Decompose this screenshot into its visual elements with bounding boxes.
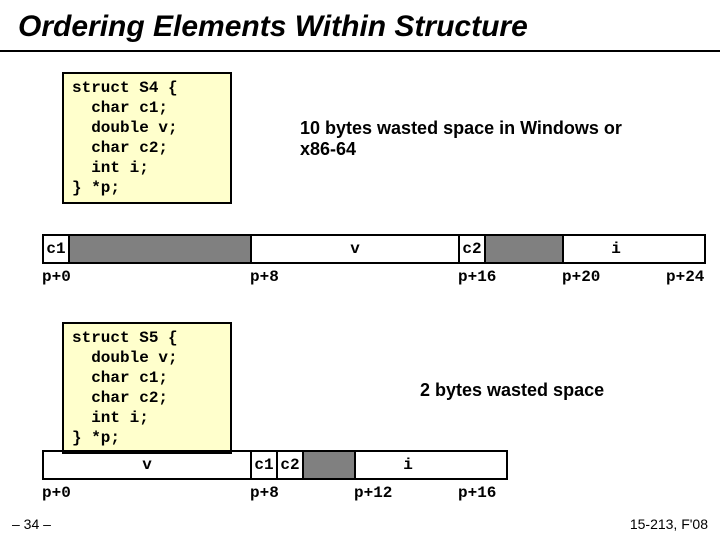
memory-layout-s5: v c1 c2 i p+0 p+8 p+12 p+16: [42, 450, 508, 502]
cell-c1: c1: [44, 236, 70, 262]
course-footer: 15-213, F'08: [630, 516, 708, 532]
memory-layout-s4: c1 v c2 i p+0 p+8 p+16 p+20 p+24: [42, 234, 706, 286]
offset2-8: p+8: [250, 484, 354, 502]
offset-0: p+0: [42, 268, 250, 286]
slide-title: Ordering Elements Within Structure: [0, 0, 720, 52]
cell2-c2: c2: [278, 452, 304, 478]
wasted-note-2: 2 bytes wasted space: [420, 380, 604, 401]
wasted-note-1: 10 bytes wasted space in Windows or x86-…: [300, 118, 660, 160]
code-block-s5: struct S5 { double v; char c1; char c2; …: [62, 322, 232, 454]
cell-i: i: [564, 236, 668, 262]
cell2-v: v: [44, 452, 252, 478]
cell2-pad: [304, 452, 356, 478]
code-block-s4: struct S4 { char c1; double v; char c2; …: [62, 72, 232, 204]
offset-8: p+8: [250, 268, 458, 286]
offset-24: p+24: [666, 268, 706, 286]
cell-c2: c2: [460, 236, 486, 262]
offset2-0: p+0: [42, 484, 250, 502]
cell-pad1: [70, 236, 252, 262]
offset-16: p+16: [458, 268, 562, 286]
cell2-c1: c1: [252, 452, 278, 478]
cell-pad2: [486, 236, 564, 262]
offset-20: p+20: [562, 268, 666, 286]
page-number: – 34 –: [12, 516, 51, 532]
cell2-i: i: [356, 452, 460, 478]
offset2-16: p+16: [458, 484, 508, 502]
offset2-12: p+12: [354, 484, 458, 502]
cell-v: v: [252, 236, 460, 262]
